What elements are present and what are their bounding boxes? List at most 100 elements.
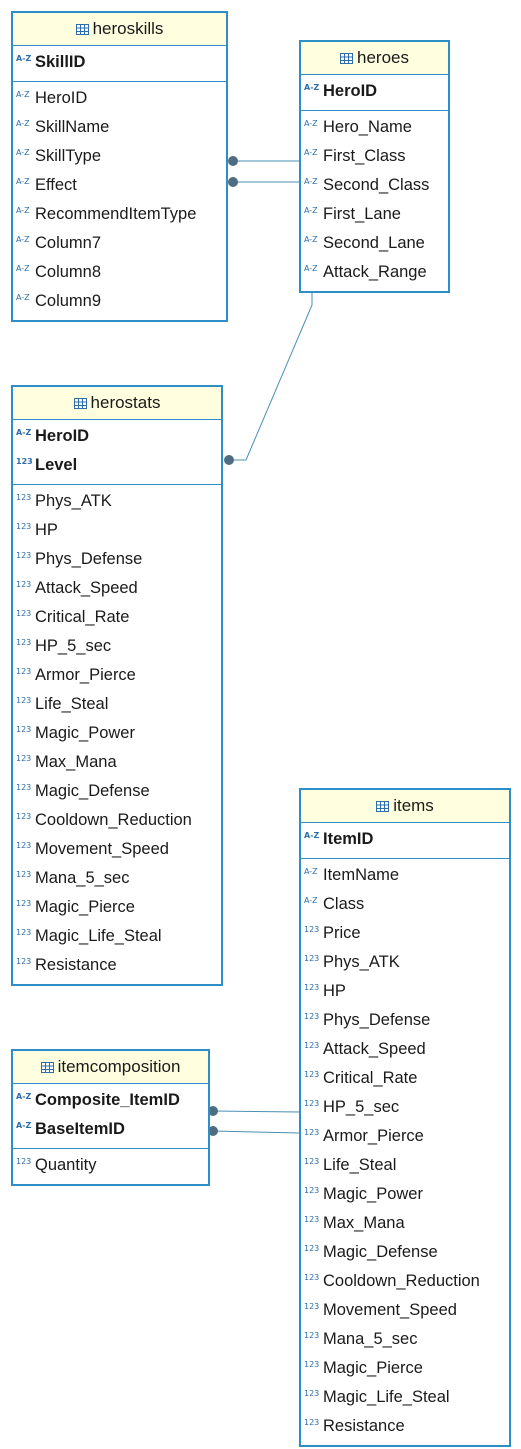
column-row[interactable]: 123 Resistance	[301, 1412, 509, 1441]
column-row[interactable]: 123 Movement_Speed	[13, 835, 221, 864]
column-row[interactable]: 123 Armor_Pierce	[301, 1122, 509, 1151]
column-row[interactable]: 123 HP_5_sec	[13, 632, 221, 661]
primary-key-column[interactable]: A-Z SkillID	[13, 48, 226, 77]
column-row[interactable]: 123 Attack_Speed	[13, 574, 221, 603]
primary-key-column[interactable]: 123 Level	[13, 451, 221, 480]
numeric-type-icon: 123	[16, 928, 32, 937]
column-row[interactable]: 123 Max_Mana	[301, 1209, 509, 1238]
column-row[interactable]: 123 Magic_Pierce	[301, 1354, 509, 1383]
string-type-icon: A-Z	[16, 1092, 32, 1101]
column-row[interactable]: A-Z Column7	[13, 229, 226, 258]
column-row[interactable]: 123 Mana_5_sec	[13, 864, 221, 893]
string-type-icon: A-Z	[16, 293, 30, 302]
entity-header[interactable]: itemcomposition	[13, 1051, 208, 1084]
column-name: Armor_Pierce	[35, 666, 136, 684]
primary-key-column[interactable]: A-Z HeroID	[301, 77, 448, 106]
primary-key-column[interactable]: A-Z BaseItemID	[13, 1115, 208, 1144]
column-name: HeroID	[323, 82, 378, 100]
column-row[interactable]: A-Z ItemName	[301, 861, 509, 890]
column-row[interactable]: 123 Max_Mana	[13, 748, 221, 777]
entity-header[interactable]: heroes	[301, 42, 448, 75]
column-row[interactable]: A-Z Column8	[13, 258, 226, 287]
column-row[interactable]: 123 Magic_Defense	[13, 777, 221, 806]
column-row[interactable]: 123 Armor_Pierce	[13, 661, 221, 690]
column-row[interactable]: A-Z First_Lane	[301, 200, 448, 229]
column-name: Magic_Defense	[35, 782, 150, 800]
table-icon	[376, 800, 390, 812]
string-type-icon: A-Z	[304, 896, 318, 905]
numeric-type-icon: 123	[304, 1041, 320, 1050]
entity-items[interactable]: items A-Z ItemID A-Z ItemName A-Z Class 123 Pric…	[299, 788, 511, 1447]
column-row[interactable]: 123 HP	[301, 977, 509, 1006]
column-row[interactable]: 123 Life_Steal	[301, 1151, 509, 1180]
column-row[interactable]: 123 Phys_Defense	[13, 545, 221, 574]
column-row[interactable]: A-Z SkillType	[13, 142, 226, 171]
column-row[interactable]: 123 Phys_Defense	[301, 1006, 509, 1035]
column-row[interactable]: A-Z Effect	[13, 171, 226, 200]
column-row[interactable]: 123 Magic_Power	[301, 1180, 509, 1209]
entity-header[interactable]: herostats	[13, 387, 221, 420]
column-row[interactable]: 123 HP_5_sec	[301, 1093, 509, 1122]
column-name: ItemName	[323, 866, 400, 884]
entity-title: heroskills	[92, 19, 164, 38]
column-row[interactable]: A-Z Second_Class	[301, 171, 448, 200]
column-row[interactable]: 123 Cooldown_Reduction	[13, 806, 221, 835]
column-row[interactable]: 123 Phys_ATK	[13, 487, 221, 516]
relation-items-itemcomposition-base[interactable]	[212, 1130, 301, 1134]
column-row[interactable]: A-Z RecommendItemType	[13, 200, 226, 229]
column-row[interactable]: 123 Critical_Rate	[13, 603, 221, 632]
column-name: Resistance	[323, 1417, 405, 1435]
column-row[interactable]: 123 Magic_Life_Steal	[13, 922, 221, 951]
column-row[interactable]: 123 Cooldown_Reduction	[301, 1267, 509, 1296]
column-row[interactable]: 123 Price	[301, 919, 509, 948]
column-name: First_Class	[323, 147, 406, 165]
column-row[interactable]: 123 Resistance	[13, 951, 221, 980]
relation-heroes-herostats[interactable]	[229, 285, 313, 461]
numeric-type-icon: 123	[304, 1186, 320, 1195]
column-name: Magic_Pierce	[323, 1359, 423, 1377]
column-row[interactable]: 123 Life_Steal	[13, 690, 221, 719]
column-name: Price	[323, 924, 361, 942]
entity-heroskills[interactable]: heroskills A-Z SkillID A-Z HeroID A-Z SkillNam…	[11, 11, 228, 322]
entity-title: items	[393, 796, 434, 815]
entity-herostats[interactable]: herostats A-Z HeroID 123 Level 123 Phys_ATK 123…	[11, 385, 223, 986]
column-row[interactable]: 123 Magic_Power	[13, 719, 221, 748]
entity-header[interactable]: items	[301, 790, 509, 823]
numeric-type-icon: 123	[16, 754, 32, 763]
column-name: Composite_ItemID	[35, 1091, 180, 1109]
numeric-type-icon: 123	[304, 1215, 320, 1224]
column-row[interactable]: 123 Magic_Defense	[301, 1238, 509, 1267]
column-row[interactable]: A-Z Class	[301, 890, 509, 919]
column-row[interactable]: 123 Phys_ATK	[301, 948, 509, 977]
column-row[interactable]: A-Z HeroID	[13, 84, 226, 113]
column-name: HP	[323, 982, 346, 1000]
column-row[interactable]: A-Z Hero_Name	[301, 113, 448, 142]
column-name: HeroID	[35, 427, 90, 445]
entity-itemcomposition[interactable]: itemcomposition A-Z Composite_ItemID A-Z Bas…	[11, 1049, 210, 1186]
column-row[interactable]: A-Z First_Class	[301, 142, 448, 171]
column-row[interactable]: 123 Attack_Speed	[301, 1035, 509, 1064]
column-row[interactable]: 123 HP	[13, 516, 221, 545]
column-row[interactable]: A-Z Attack_Range	[301, 258, 448, 287]
column-row[interactable]: 123 Quantity	[13, 1151, 208, 1180]
numeric-type-icon: 123	[16, 957, 32, 966]
column-row[interactable]: A-Z Column9	[13, 287, 226, 316]
column-row[interactable]: 123 Mana_5_sec	[301, 1325, 509, 1354]
entity-header[interactable]: heroskills	[13, 13, 226, 46]
entity-heroes[interactable]: heroes A-Z HeroID A-Z Hero_Name A-Z First_Clas…	[299, 40, 450, 293]
column-row[interactable]: 123 Movement_Speed	[301, 1296, 509, 1325]
entity-title: herostats	[90, 393, 161, 412]
primary-key-column[interactable]: A-Z Composite_ItemID	[13, 1086, 208, 1115]
column-name: Column7	[35, 234, 102, 252]
column-row[interactable]: 123 Magic_Life_Steal	[301, 1383, 509, 1412]
column-row[interactable]: 123 Magic_Pierce	[13, 893, 221, 922]
table-icon	[340, 52, 353, 64]
column-row[interactable]: A-Z Second_Lane	[301, 229, 448, 258]
primary-key-column[interactable]: A-Z HeroID	[13, 422, 221, 451]
column-name: Hero_Name	[323, 118, 412, 136]
primary-key-column[interactable]: A-Z ItemID	[301, 825, 509, 854]
column-row[interactable]: A-Z SkillName	[13, 113, 226, 142]
relation-items-itemcomposition-composite[interactable]	[212, 1110, 301, 1113]
string-type-icon: A-Z	[16, 235, 30, 244]
column-row[interactable]: 123 Critical_Rate	[301, 1064, 509, 1093]
